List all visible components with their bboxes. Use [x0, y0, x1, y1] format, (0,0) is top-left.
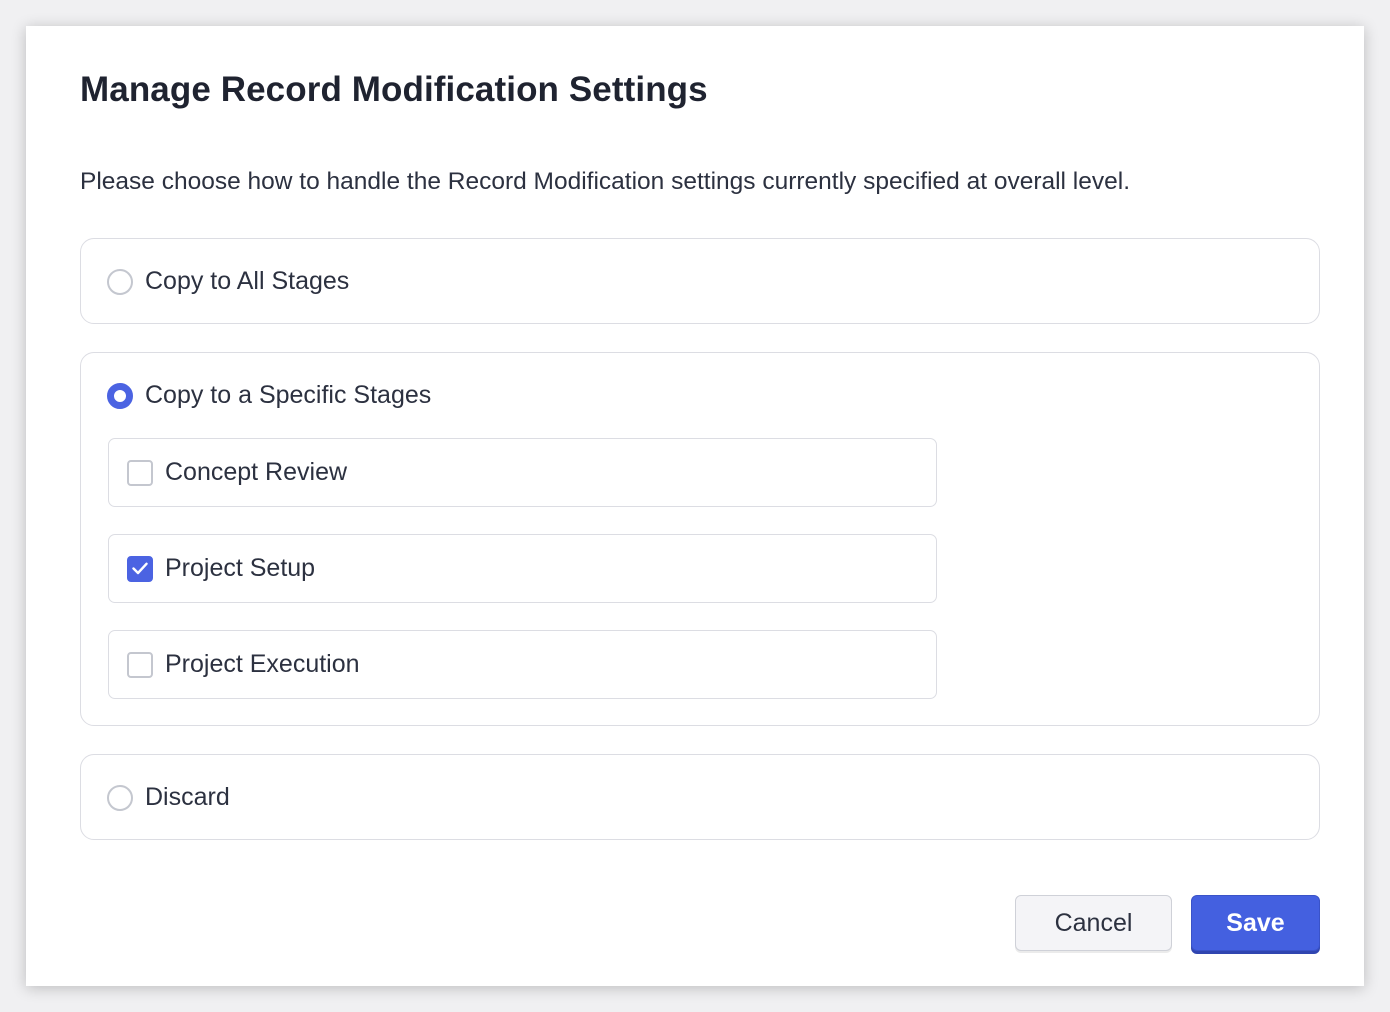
radio-row-discard[interactable]: Discard: [107, 783, 230, 812]
manage-record-modification-dialog: Manage Record Modification Settings Plea…: [26, 26, 1364, 986]
checkbox-project-execution[interactable]: [127, 651, 153, 678]
save-button[interactable]: Save: [1191, 895, 1320, 951]
option-discard[interactable]: Discard: [80, 754, 1320, 840]
option-copy-all-stages[interactable]: Copy to All Stages: [80, 238, 1320, 324]
radio-copy-specific-stages[interactable]: [107, 382, 133, 409]
radio-label-copy-all-stages: Copy to All Stages: [145, 267, 350, 295]
dialog-title: Manage Record Modification Settings: [80, 70, 708, 109]
option-copy-specific-stages[interactable]: Copy to a Specific Stages Concept Review…: [80, 352, 1320, 726]
checkmark-icon: [132, 562, 148, 575]
checkbox-project-setup[interactable]: [127, 555, 153, 582]
stage-label-concept-review: Concept Review: [165, 458, 348, 486]
radio-label-discard: Discard: [145, 783, 230, 811]
checkbox-concept-review[interactable]: [127, 459, 153, 486]
dialog-description: Please choose how to handle the Record M…: [80, 168, 1130, 195]
stage-item-project-execution[interactable]: Project Execution: [108, 630, 937, 699]
radio-row-copy-specific[interactable]: Copy to a Specific Stages: [107, 381, 431, 410]
stage-label-project-execution: Project Execution: [165, 650, 360, 678]
stage-item-concept-review[interactable]: Concept Review: [108, 438, 937, 507]
stage-item-project-setup[interactable]: Project Setup: [108, 534, 937, 603]
cancel-button[interactable]: Cancel: [1015, 895, 1172, 951]
radio-discard[interactable]: [107, 784, 133, 811]
stage-label-project-setup: Project Setup: [165, 554, 316, 582]
radio-row-copy-all[interactable]: Copy to All Stages: [107, 267, 349, 296]
radio-label-copy-specific-stages: Copy to a Specific Stages: [145, 381, 432, 409]
radio-copy-all-stages[interactable]: [107, 268, 133, 295]
